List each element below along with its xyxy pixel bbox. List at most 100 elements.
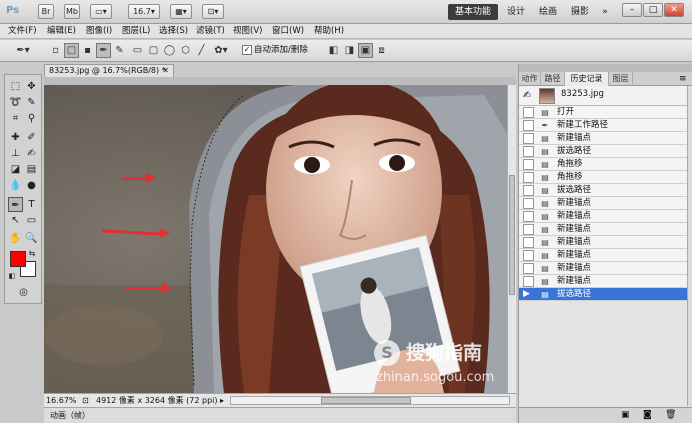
history-brush-source-checkbox[interactable] xyxy=(523,159,534,170)
history-brush-source-checkbox[interactable] xyxy=(523,146,534,157)
spot-healing-tool[interactable]: ✚ xyxy=(8,130,23,145)
foreground-color-swatch[interactable] xyxy=(10,251,26,267)
subtract-from-path-area[interactable]: ◨ xyxy=(342,43,357,58)
menu-filter[interactable]: 滤镜(T) xyxy=(196,25,225,38)
history-state-row[interactable]: ▤ 新建锚点 xyxy=(519,132,687,145)
menu-layer[interactable]: 图层(L) xyxy=(122,25,150,38)
tab-paths[interactable]: 路径 xyxy=(541,72,565,86)
close-button[interactable]: ✕ xyxy=(664,3,684,17)
history-brush-source-checkbox[interactable] xyxy=(523,263,534,274)
menu-window[interactable]: 窗口(W) xyxy=(272,25,304,38)
zoom-tool[interactable]: 🔍 xyxy=(24,231,39,246)
gradient-tool[interactable]: ▤ xyxy=(24,162,39,177)
tab-actions[interactable]: 动作 xyxy=(519,72,541,86)
history-snapshot[interactable]: ✍ 83253.jpg xyxy=(519,86,687,106)
menu-help[interactable]: 帮助(H) xyxy=(314,25,344,38)
panel-scrollbar[interactable] xyxy=(687,86,692,406)
history-brush-tool[interactable]: ✍ xyxy=(24,146,39,161)
rounded-rectangle-option[interactable]: ▢ xyxy=(146,43,161,58)
history-brush-source-icon[interactable]: ✍ xyxy=(523,90,531,102)
menu-edit[interactable]: 编辑(E) xyxy=(47,25,76,38)
panel-menu-icon[interactable]: ≡ xyxy=(679,72,687,86)
swap-colors-icon[interactable]: ⇆ xyxy=(27,249,37,259)
status-info-icon[interactable]: ⊡ xyxy=(82,394,89,407)
history-state-row[interactable]: ▤ 拔选路径 xyxy=(519,145,687,158)
eyedropper-tool[interactable]: ⚲ xyxy=(24,111,39,126)
blur-tool[interactable]: 💧 xyxy=(8,178,23,193)
delete-state-icon[interactable]: 🗑 xyxy=(665,410,676,420)
history-brush-source-checkbox[interactable] xyxy=(523,107,534,118)
screen-mode-button[interactable]: ⊡▾ xyxy=(202,4,224,19)
freeform-pen-option[interactable]: ✎ xyxy=(112,43,127,58)
minimize-button[interactable]: – xyxy=(622,3,642,17)
menu-image[interactable]: 图像(I) xyxy=(86,25,112,38)
workspace-essentials[interactable]: 基本功能 xyxy=(448,4,498,20)
pen-tool[interactable]: ✒ xyxy=(8,197,23,212)
crop-tool[interactable]: ⌗ xyxy=(8,111,23,126)
move-tool[interactable]: ✥ xyxy=(24,79,39,94)
vertical-scrollbar[interactable] xyxy=(507,85,516,393)
history-state-row[interactable]: ▤ 新建锚点 xyxy=(519,210,687,223)
horizontal-scrollbar[interactable] xyxy=(230,396,510,405)
status-zoom[interactable]: 16.67% xyxy=(46,394,77,407)
history-state-row[interactable]: ▤ 角拖移 xyxy=(519,158,687,171)
tab-layers[interactable]: 图层 xyxy=(609,72,633,86)
workspace-painting[interactable]: 绘画 xyxy=(536,4,560,20)
history-state-row[interactable]: ▤ 角拖移 xyxy=(519,171,687,184)
history-state-row[interactable]: ✒ 新建工作路径 xyxy=(519,119,687,132)
new-snapshot-icon[interactable]: ◙ xyxy=(643,410,652,420)
history-brush-source-checkbox[interactable] xyxy=(523,276,534,287)
ellipse-option[interactable]: ◯ xyxy=(162,43,177,58)
hand-tool[interactable]: ✋ xyxy=(8,231,23,246)
vertical-scroll-thumb[interactable] xyxy=(509,175,515,295)
path-selection-tool[interactable]: ↖ xyxy=(8,213,23,228)
current-state-slider-icon[interactable]: ▶ xyxy=(523,289,534,300)
workspace-photography[interactable]: 摄影 xyxy=(568,4,592,20)
pen-tool-option[interactable]: ✒ xyxy=(96,43,111,58)
eraser-tool[interactable]: ◪ xyxy=(8,162,23,177)
history-brush-source-checkbox[interactable] xyxy=(523,211,534,222)
document-canvas[interactable]: S 搜狗指南 zhinan.sogou.com xyxy=(44,85,514,393)
history-brush-source-checkbox[interactable] xyxy=(523,224,534,235)
history-state-row[interactable]: ▤ 新建锚点 xyxy=(519,236,687,249)
line-option[interactable]: ╱ xyxy=(194,43,209,58)
shape-layers-mode[interactable]: ▫ xyxy=(48,43,63,58)
workspace-design[interactable]: 设计 xyxy=(504,4,528,20)
lasso-tool[interactable]: ➰ xyxy=(8,95,23,110)
menu-select[interactable]: 选择(S) xyxy=(159,25,188,38)
bridge-button[interactable]: Br xyxy=(38,4,54,19)
quick-mask-button[interactable]: ◎ xyxy=(16,285,31,300)
history-state-row[interactable]: ▤ 新建锚点 xyxy=(519,197,687,210)
document-tab[interactable]: 83253.jpg @ 16.7%(RGB/8) * ✕ xyxy=(44,64,174,77)
default-colors-icon[interactable]: ◧ xyxy=(7,271,17,281)
zoom-level-select[interactable]: 16.7▾ xyxy=(128,4,160,19)
history-state-row[interactable]: ▤ 新建锚点 xyxy=(519,249,687,262)
polygon-option[interactable]: ⬡ xyxy=(178,43,193,58)
history-brush-source-checkbox[interactable] xyxy=(523,120,534,131)
auto-add-delete-checkbox[interactable]: ✓ xyxy=(242,45,252,55)
more-workspaces-button[interactable]: » xyxy=(598,4,612,20)
type-tool[interactable]: T xyxy=(24,197,39,212)
rectangular-marquee-tool[interactable]: ⬚ xyxy=(8,79,23,94)
exclude-overlapping-path-areas[interactable]: ⧈ xyxy=(374,43,389,58)
brush-tool[interactable]: ✐ xyxy=(24,130,39,145)
history-state-row[interactable]: ▤ 打开 xyxy=(519,106,687,119)
rectangle-tool[interactable]: ▭ xyxy=(24,213,39,228)
status-menu-arrow[interactable]: ▸ xyxy=(220,394,224,407)
tab-history[interactable]: 历史记录 xyxy=(565,72,609,86)
animation-timeline-panel[interactable]: 动画（帧） xyxy=(44,407,516,423)
add-to-path-area[interactable]: ◧ xyxy=(326,43,341,58)
view-extras-button[interactable]: ▭▾ xyxy=(90,4,112,19)
quick-selection-tool[interactable]: ✎ xyxy=(24,95,39,110)
arrange-documents-button[interactable]: ▦▾ xyxy=(170,4,192,19)
history-brush-source-checkbox[interactable] xyxy=(523,250,534,261)
close-document-icon[interactable]: ✕ xyxy=(162,65,169,77)
intersect-path-areas[interactable]: ▣ xyxy=(358,43,373,58)
new-document-from-state-icon[interactable]: ▣ xyxy=(621,410,630,420)
custom-shape-option[interactable]: ✿▾ xyxy=(210,43,232,58)
history-state-row[interactable]: ▤ 新建锚点 xyxy=(519,262,687,275)
history-state-row[interactable]: ▶ ▤ 拔选路径 xyxy=(519,288,687,301)
history-state-row[interactable]: ▤ 新建锚点 xyxy=(519,275,687,288)
history-brush-source-checkbox[interactable] xyxy=(523,237,534,248)
fill-pixels-mode[interactable]: ▪ xyxy=(80,43,95,58)
